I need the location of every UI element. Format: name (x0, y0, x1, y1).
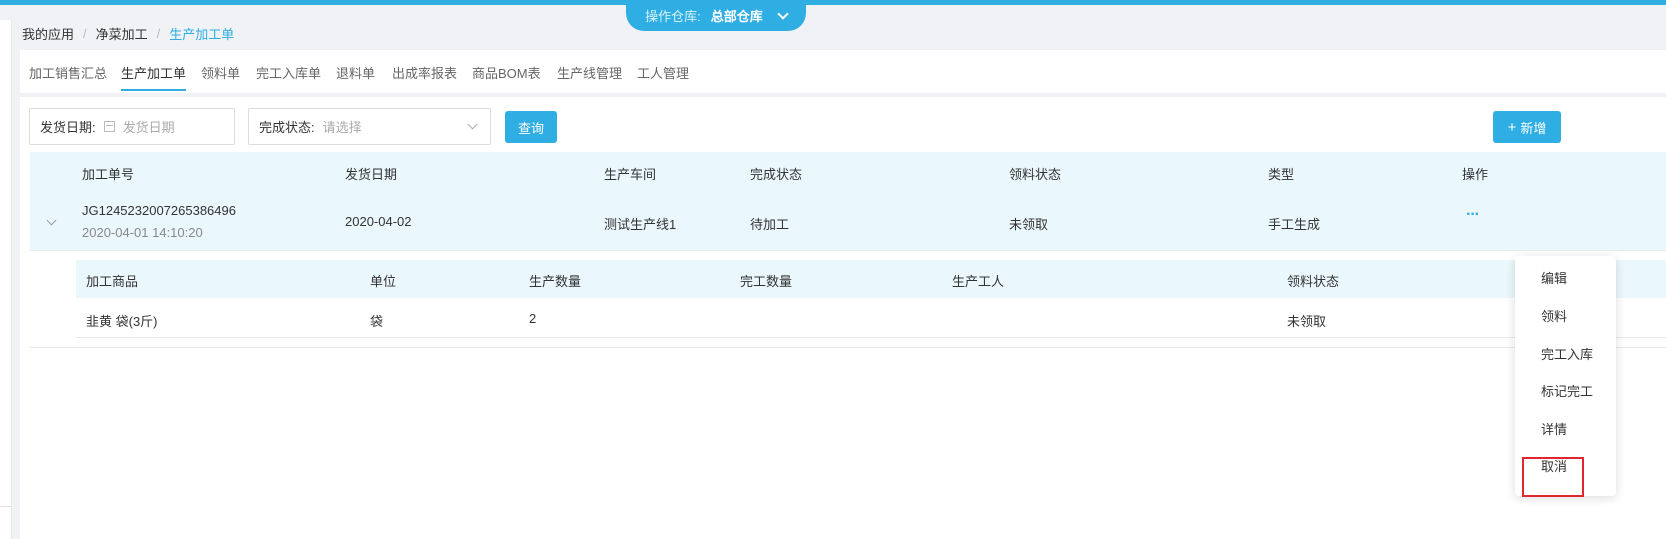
col-type: 类型 (1268, 167, 1295, 182)
col-status: 完成状态 (750, 167, 803, 182)
tab-workers[interactable]: 工人管理 (637, 63, 689, 82)
tab-bom[interactable]: 商品BOM表 (472, 63, 541, 82)
breadcrumb: 我的应用 / 净菜加工 / 生产加工单 (22, 24, 234, 43)
divider (30, 347, 1666, 348)
more-actions-icon[interactable]: ··· (1466, 206, 1480, 224)
ship-date-picker[interactable]: 发货日期: 发货日期 (29, 108, 235, 145)
tab-completion-inbound[interactable]: 完工入库单 (256, 63, 321, 82)
status-placeholder: 请选择 (322, 120, 362, 135)
tab-material-return[interactable]: 退料单 (336, 63, 375, 82)
menu-item-edit[interactable]: 编辑 (1541, 268, 1567, 287)
expand-chevron-icon[interactable] (46, 215, 57, 226)
tab-material-requisition[interactable]: 领料单 (201, 63, 240, 82)
col-detail-material-status: 领料状态 (1287, 274, 1340, 289)
tab-production-line[interactable]: 生产线管理 (557, 63, 622, 82)
menu-item-details[interactable]: 详情 (1541, 419, 1567, 438)
order-workshop: 测试生产线1 (604, 217, 677, 232)
table-header: 加工单号 发货日期 生产车间 完成状态 领料状态 类型 操作 (30, 152, 1666, 192)
chevron-down-icon (467, 119, 478, 130)
tab-bar: 加工销售汇总 生产加工单 领料单 完工入库单 退料单 出成率报表 商品BOM表 … (20, 50, 1666, 93)
breadcrumb-item-processing[interactable]: 净菜加工 (96, 24, 148, 43)
col-order-no: 加工单号 (82, 167, 135, 182)
action-dropdown-menu: 编辑 领料 完工入库 标记完工 详情 取消 (1515, 256, 1616, 497)
top-accent-bar (0, 0, 1666, 5)
detail-row: 韭黄 袋(3斤) 袋 2 未领取 (76, 298, 1666, 338)
warehouse-value: 总部仓库 (710, 9, 763, 24)
detail-header: 加工商品 单位 生产数量 完工数量 生产工人 领料状态 (76, 260, 1666, 298)
chevron-down-icon (777, 7, 789, 20)
breadcrumb-separator: / (156, 26, 161, 41)
detail-quantity: 2 (529, 311, 537, 326)
tab-production-order[interactable]: 生产加工单 (121, 63, 187, 91)
detail-unit: 袋 (370, 314, 384, 329)
warehouse-label: 操作仓库: (645, 9, 701, 24)
order-status: 待加工 (750, 217, 790, 232)
order-ship-date: 2020-04-02 (345, 214, 412, 229)
status-select[interactable]: 完成状态: 请选择 (248, 108, 491, 145)
left-sidebar-edge (0, 20, 12, 539)
order-number: JG1245232007265386496 (82, 203, 236, 218)
col-actions: 操作 (1462, 167, 1489, 182)
tab-sales-summary[interactable]: 加工销售汇总 (29, 63, 107, 82)
menu-item-requisition[interactable]: 领料 (1541, 306, 1567, 325)
main-panel: 发货日期: 发货日期 完成状态: 请选择 查询 + 新增 加工单号 发货日期 生… (20, 97, 1666, 539)
order-material-status: 未领取 (1009, 217, 1049, 232)
table-row[interactable]: JG1245232007265386496 2020-04-01 14:10:2… (30, 192, 1666, 251)
menu-item-mark-complete[interactable]: 标记完工 (1541, 381, 1593, 400)
add-button-label: 新增 (1520, 120, 1547, 136)
tab-yield-report[interactable]: 出成率报表 (392, 63, 457, 82)
order-type: 手工生成 (1268, 217, 1321, 232)
col-ship-date: 发货日期 (345, 167, 398, 182)
col-quantity: 生产数量 (529, 274, 582, 289)
col-done-quantity: 完工数量 (740, 274, 793, 289)
col-worker: 生产工人 (952, 274, 1005, 289)
detail-material-status: 未领取 (1287, 314, 1327, 329)
status-label: 完成状态: (259, 120, 315, 135)
menu-item-complete-inbound[interactable]: 完工入库 (1541, 344, 1593, 363)
add-button[interactable]: + 新增 (1493, 111, 1561, 143)
col-unit: 单位 (370, 274, 397, 289)
query-button[interactable]: 查询 (505, 111, 557, 143)
breadcrumb-item-current: 生产加工单 (169, 27, 235, 42)
detail-product: 韭黄 袋(3斤) (86, 314, 158, 329)
plus-icon: + (1507, 118, 1517, 136)
col-workshop: 生产车间 (604, 167, 657, 182)
breadcrumb-item-apps[interactable]: 我的应用 (22, 24, 74, 43)
ship-date-label: 发货日期: (40, 120, 96, 135)
col-material-status: 领料状态 (1009, 167, 1062, 182)
calendar-icon (103, 121, 115, 132)
col-product: 加工商品 (86, 274, 139, 289)
order-created-time: 2020-04-01 14:10:20 (82, 225, 203, 240)
breadcrumb-separator: / (83, 26, 87, 41)
ship-date-placeholder: 发货日期 (122, 120, 175, 135)
highlight-box (1522, 457, 1584, 497)
warehouse-selector[interactable]: 操作仓库: 总部仓库 (626, 0, 806, 31)
